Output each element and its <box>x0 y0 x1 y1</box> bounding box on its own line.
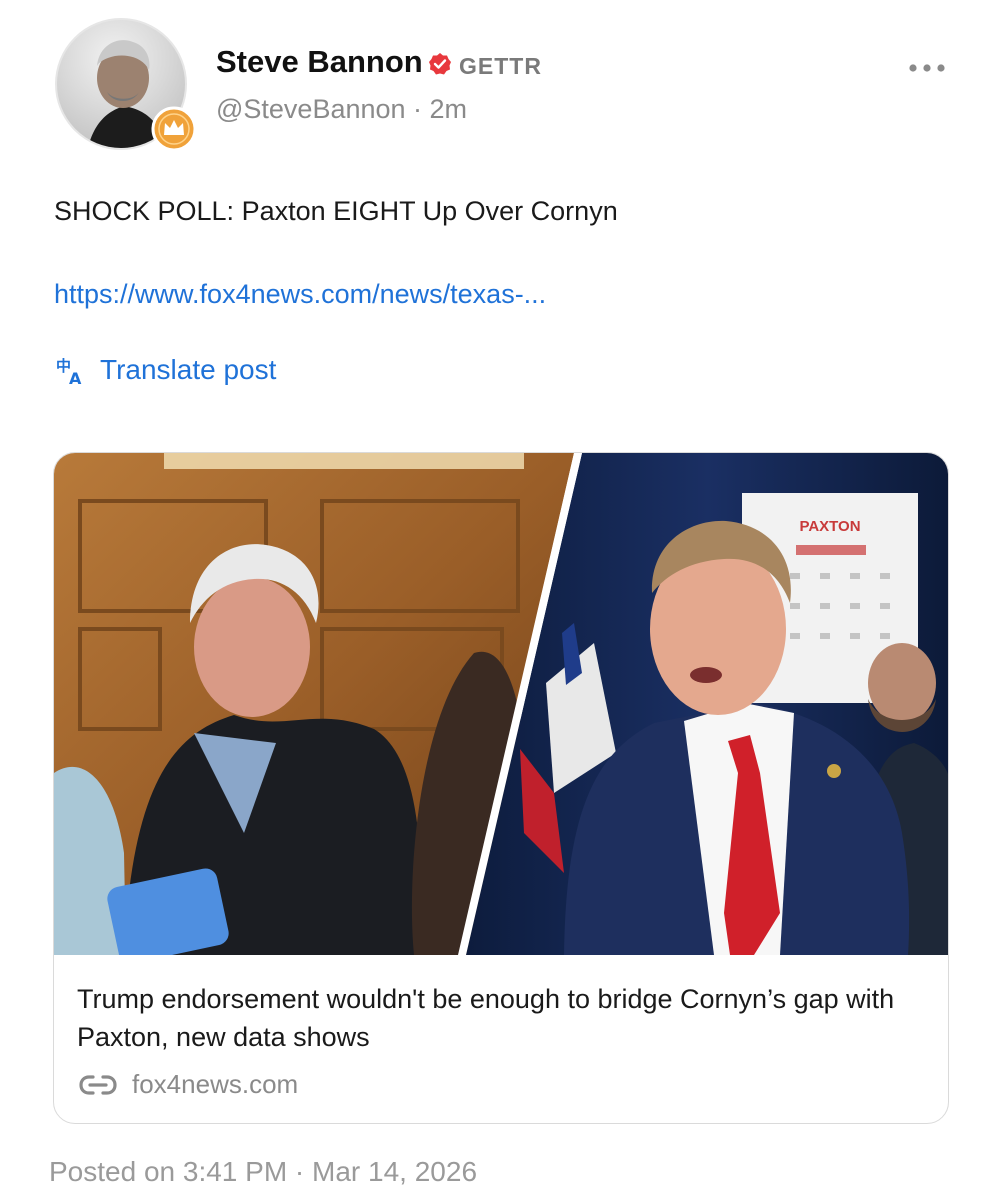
link-icon <box>79 1074 117 1095</box>
card-domain-row: fox4news.com <box>78 1069 298 1100</box>
more-options-icon[interactable] <box>904 48 950 88</box>
card-image: PAXTON <box>54 453 948 955</box>
campaign-sign-text: PAXTON <box>799 518 860 535</box>
post-text: SHOCK POLL: Paxton EIGHT Up Over Cornyn <box>54 196 618 226</box>
translate-post-button[interactable]: 中 A Translate post <box>54 354 276 386</box>
verified-badge-icon <box>428 52 452 76</box>
handle-and-time[interactable]: @SteveBannon · 2m <box>216 94 467 125</box>
link-preview-card[interactable]: PAXTON Trump endorsement wouldn't be eno… <box>53 452 949 1124</box>
crown-badge-icon <box>151 106 197 152</box>
translate-icon: 中 A <box>56 357 82 386</box>
post-link[interactable]: https://www.fox4news.com/news/texas-... <box>54 279 546 310</box>
posted-timestamp: Posted on 3:41 PM · Mar 14, 2026 <box>49 1156 478 1187</box>
card-title: Trump endorsement wouldn't be enough to … <box>77 984 895 1052</box>
author-name[interactable]: Steve Bannon <box>216 44 423 80</box>
translate-label: Translate post <box>100 354 277 385</box>
card-domain: fox4news.com <box>132 1069 299 1099</box>
svg-text:A: A <box>69 369 82 386</box>
platform-badge: GETTR <box>459 53 542 79</box>
